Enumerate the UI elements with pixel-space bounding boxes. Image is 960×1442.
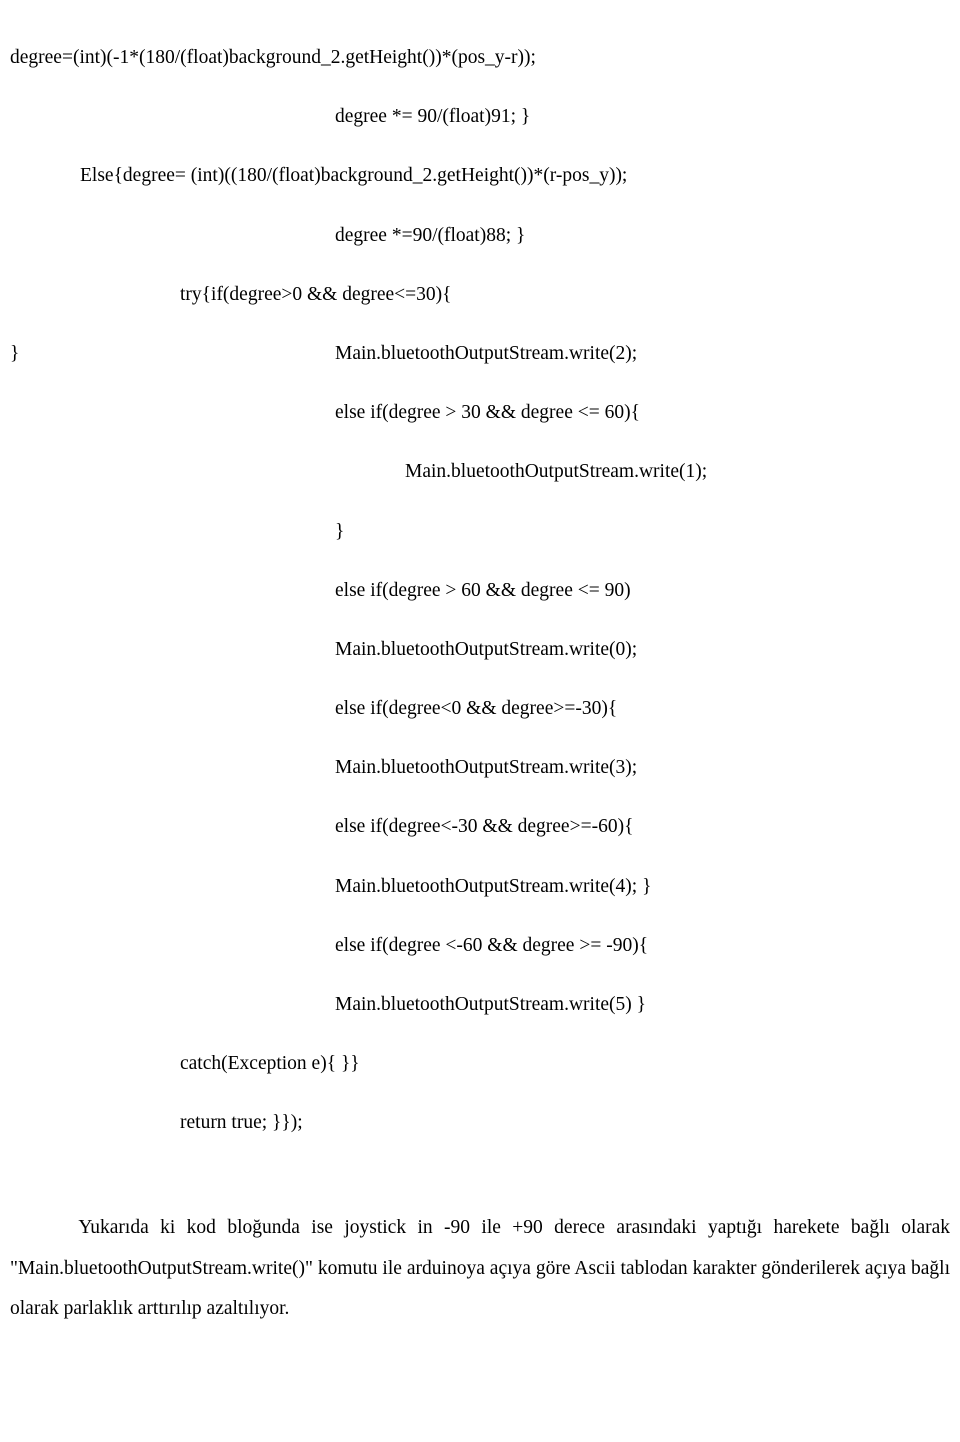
code-line: } (10, 502, 950, 561)
paragraph-text: Yukarıda ki kod bloğunda ise joystick in… (10, 1217, 950, 1320)
code-line: degree=(int)(-1*(180/(float)background_2… (10, 28, 950, 87)
code-line: Main.bluetoothOutputStream.write(4); } (10, 857, 950, 916)
code-line: else if(degree<-30 && degree>=-60){ (10, 797, 950, 856)
code-line-closebrace: } (10, 324, 19, 383)
code-line: catch(Exception e){ }} (10, 1034, 950, 1093)
code-line: else if(degree > 60 && degree <= 90) (10, 561, 950, 620)
code-line: return true; }}); (10, 1093, 950, 1152)
code-line: Else{degree= (int)((180/(float)backgroun… (10, 146, 950, 205)
code-line: else if(degree <-60 && degree >= -90){ (10, 916, 950, 975)
code-line: Main.bluetoothOutputStream.write(0); (10, 620, 950, 679)
code-line: Main.bluetoothOutputStream.write(2); (10, 324, 637, 383)
code-line: else if(degree<0 && degree>=-30){ (10, 679, 950, 738)
code-line: degree *=90/(float)88; } (10, 206, 950, 265)
description-paragraph: Yukarıda ki kod bloğunda ise joystick in… (10, 1208, 950, 1331)
code-line: degree *= 90/(float)91; } (10, 87, 950, 146)
code-line: else if(degree > 30 && degree <= 60){ (10, 383, 950, 442)
code-line: try{if(degree>0 && degree<=30){ (10, 265, 950, 324)
code-line: Main.bluetoothOutputStream.write(3); (10, 738, 950, 797)
code-line: Main.bluetoothOutputStream.write(5) } (10, 975, 950, 1034)
code-line: Main.bluetoothOutputStream.write(1); (10, 442, 950, 501)
